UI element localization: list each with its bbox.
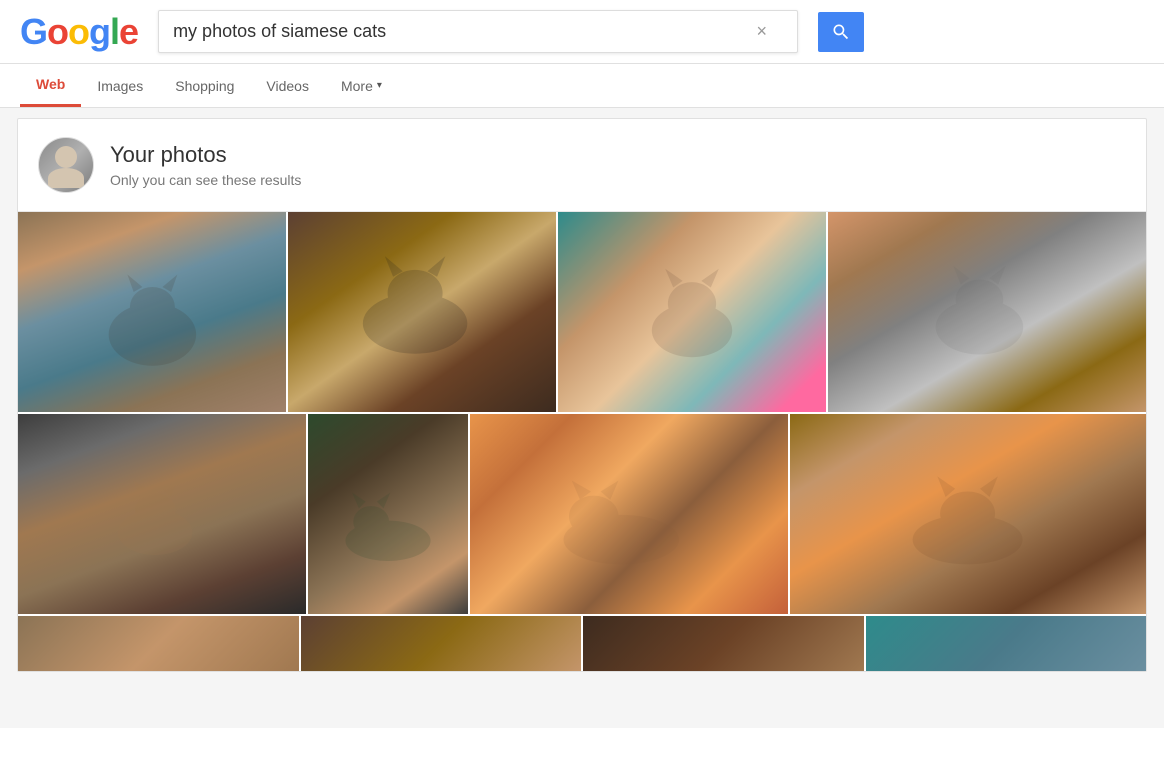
cat-overlay-1 [72, 272, 233, 372]
cat-overlay-2 [328, 252, 502, 362]
photo-9[interactable] [18, 616, 299, 671]
photos-title: Your photos [110, 142, 301, 168]
photo-1[interactable] [18, 212, 286, 412]
photo-7[interactable] [470, 414, 788, 614]
nav-videos[interactable]: Videos [250, 66, 325, 106]
photo-6[interactable] [308, 414, 468, 614]
photo-row-2 [18, 414, 1146, 614]
nav-web[interactable]: Web [20, 64, 81, 107]
cat-overlay-3 [625, 262, 759, 372]
main-content: Your photos Only you can see these resul… [0, 108, 1164, 728]
cat-overlay-5 [76, 474, 234, 564]
cat-overlay-4 [892, 262, 1067, 362]
more-label: More [341, 78, 373, 94]
google-logo: Google [20, 11, 138, 53]
cat-overlay-7 [502, 464, 741, 574]
search-input[interactable] [173, 21, 750, 42]
search-icon [831, 22, 851, 42]
logo-g2: g [89, 11, 110, 52]
photo-11[interactable] [583, 616, 864, 671]
nav-shopping[interactable]: Shopping [159, 66, 250, 106]
clear-icon[interactable]: × [751, 19, 774, 44]
logo-e: e [119, 11, 138, 52]
nav-images[interactable]: Images [81, 66, 159, 106]
search-bar: × [158, 10, 798, 53]
avatar-image [39, 138, 93, 192]
photos-title-block: Your photos Only you can see these resul… [110, 142, 301, 188]
photo-3[interactable] [558, 212, 826, 412]
logo-g: G [20, 11, 47, 52]
cat-overlay-8 [843, 464, 1092, 574]
photo-10[interactable] [301, 616, 582, 671]
photo-5[interactable] [18, 414, 306, 614]
photo-2[interactable] [288, 212, 556, 412]
photo-row-1 [18, 212, 1146, 412]
photo-row-3 [18, 616, 1146, 671]
photo-12[interactable] [866, 616, 1147, 671]
results-card: Your photos Only you can see these resul… [17, 118, 1147, 672]
cat-overlay-6 [332, 474, 444, 574]
photos-header: Your photos Only you can see these resul… [18, 119, 1146, 212]
search-button[interactable] [818, 12, 864, 52]
photo-8[interactable] [790, 414, 1146, 614]
photo-grid [18, 212, 1146, 671]
photos-subtitle: Only you can see these results [110, 172, 301, 188]
nav-bar: Web Images Shopping Videos More ▾ [0, 64, 1164, 108]
logo-o1: o [47, 11, 68, 52]
chevron-down-icon: ▾ [377, 80, 382, 91]
photo-4[interactable] [828, 212, 1146, 412]
avatar [38, 137, 94, 193]
logo-o2: o [68, 11, 89, 52]
header: Google × [0, 0, 1164, 64]
logo-l: l [110, 11, 119, 52]
nav-more[interactable]: More ▾ [325, 66, 398, 106]
